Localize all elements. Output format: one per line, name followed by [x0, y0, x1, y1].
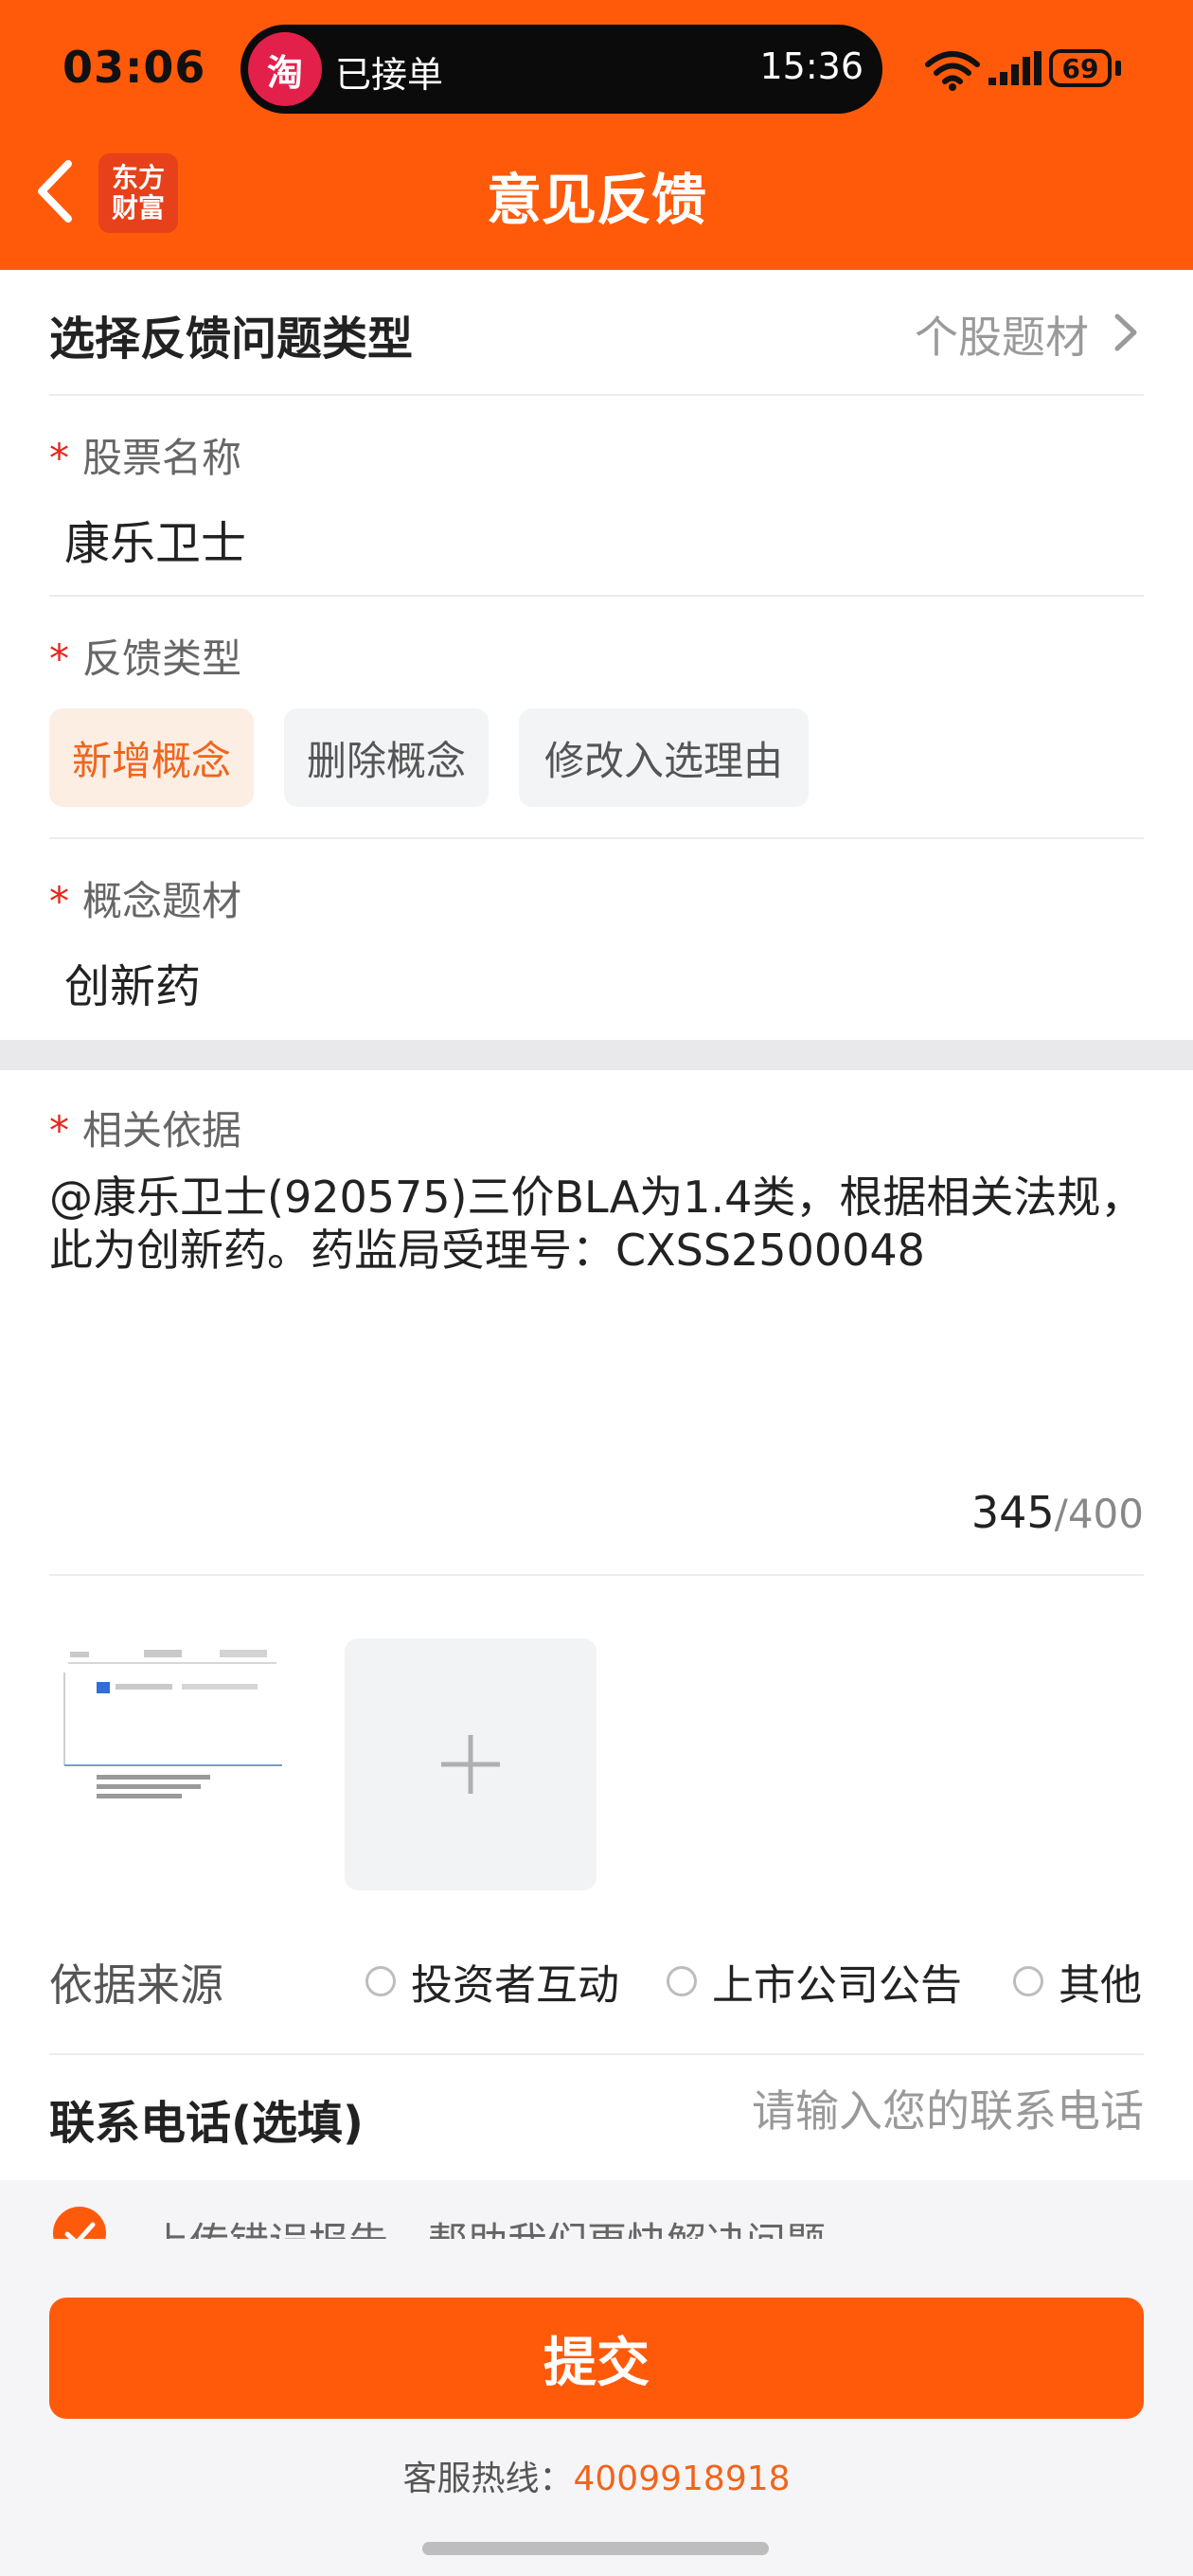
divider — [49, 394, 1144, 396]
chip-add-concept[interactable]: 新增概念 — [49, 708, 254, 807]
concept-field[interactable]: 创新药 — [64, 949, 201, 1015]
section-separator — [0, 1040, 1193, 1070]
radio-circle — [667, 1966, 697, 1996]
concept-label-text: 概念题材 — [82, 878, 242, 924]
feedback-category-label: 选择反馈问题类型 — [49, 313, 414, 366]
char-count: 345 — [970, 1487, 1055, 1538]
radio-company-announcement[interactable]: 上市公司公告 — [667, 1951, 962, 2012]
battery-tip — [1115, 61, 1121, 76]
hotline-number[interactable]: 4009918918 — [573, 2460, 790, 2498]
feedback-category-value[interactable]: 个股题材 — [915, 303, 1089, 366]
panel-cover — [0, 2239, 1193, 2296]
radio-circle — [365, 1966, 396, 1996]
cellular-signal-icon — [988, 51, 1042, 85]
submit-button[interactable]: 提交 — [49, 2298, 1144, 2419]
attachment-thumbnail[interactable] — [59, 1644, 286, 1805]
radio-label: 上市公司公告 — [712, 1961, 962, 2010]
required-mark: * — [49, 435, 69, 481]
hotline: 客服热线：4009918918 — [0, 2451, 1193, 2500]
concept-label: * 概念题材 — [49, 869, 241, 927]
stock-name-label-text: 股票名称 — [82, 435, 242, 481]
phone-input[interactable] — [651, 2085, 1144, 2137]
char-max: /400 — [1054, 1491, 1144, 1537]
chevron-right-icon[interactable] — [1106, 309, 1144, 356]
radio-other[interactable]: 其他 — [1013, 1951, 1142, 2012]
island-status-text: 已接单 — [335, 54, 444, 96]
char-counter: 345/400 — [971, 1487, 1144, 1538]
phone-label: 联系电话(选填) — [49, 2097, 364, 2150]
divider — [49, 2053, 1144, 2055]
taobao-app-icon: 淘 — [248, 32, 322, 106]
battery-icon: 69 — [1049, 49, 1112, 87]
divider — [49, 595, 1144, 597]
chip-modify-reason[interactable]: 修改入选理由 — [519, 708, 809, 807]
divider — [49, 837, 1144, 839]
status-time: 03:06 — [62, 42, 206, 93]
radio-label: 其他 — [1059, 1961, 1142, 2010]
radio-investor-interaction[interactable]: 投资者互动 — [365, 1951, 619, 2012]
required-mark: * — [49, 1107, 69, 1154]
page-title: 意见反馈 — [486, 168, 706, 232]
stock-name-label: * 股票名称 — [49, 426, 241, 484]
chip-delete-concept[interactable]: 删除概念 — [284, 708, 489, 807]
plus-icon — [441, 1735, 500, 1794]
radio-label: 投资者互动 — [411, 1961, 619, 2010]
required-mark: * — [49, 878, 69, 924]
wifi-icon — [925, 51, 980, 91]
home-indicator[interactable] — [422, 2542, 769, 2555]
stock-name-field[interactable]: 康乐卫士 — [64, 506, 246, 572]
source-label: 依据来源 — [49, 1959, 223, 2011]
basis-label-text: 相关依据 — [82, 1107, 242, 1154]
feedback-kind-label: * 反馈类型 — [49, 627, 241, 685]
add-image-button[interactable] — [345, 1638, 596, 1890]
divider — [49, 1574, 1144, 1576]
island-time: 15:36 — [759, 45, 864, 87]
hotline-label: 客服热线： — [402, 2460, 574, 2498]
feedback-kind-label-text: 反馈类型 — [82, 635, 242, 682]
radio-circle — [1013, 1966, 1043, 1996]
basis-label: * 相关依据 — [49, 1099, 241, 1156]
dynamic-island[interactable]: 淘 已接单 15:36 — [240, 25, 882, 114]
required-mark: * — [49, 635, 69, 682]
basis-textarea[interactable]: @康乐卫士(920575)三价BLA为1.4类，根据相关法规，此为创新药。药监局… — [49, 1171, 1148, 1277]
